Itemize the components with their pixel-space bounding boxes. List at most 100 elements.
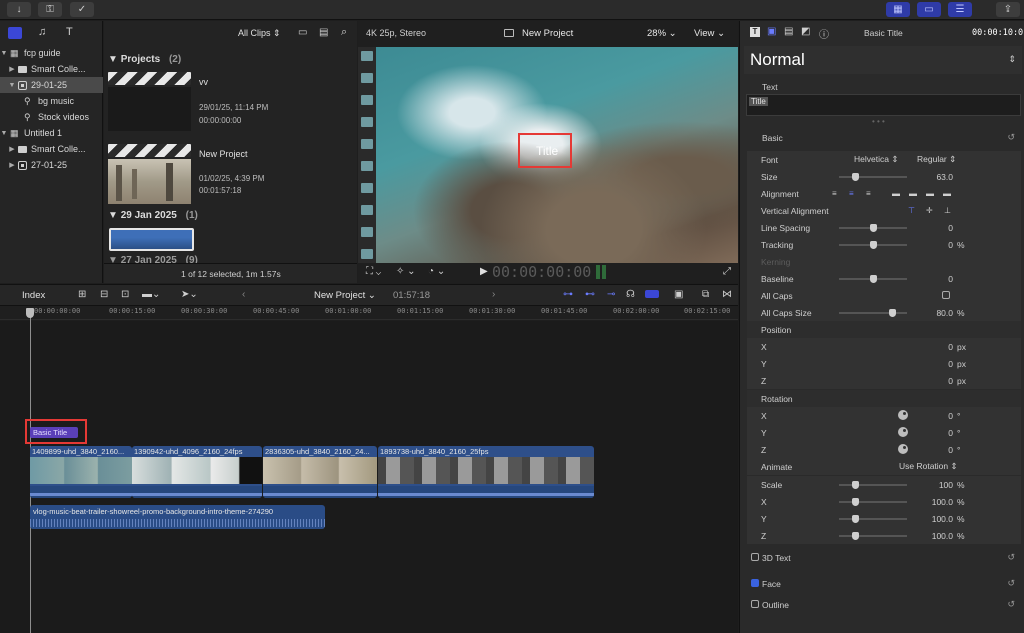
transform-icon[interactable]: ⛶ ⌄	[366, 266, 381, 277]
view-dropdown[interactable]: View ⌄	[694, 28, 725, 39]
3d-text-section[interactable]: 3D Text ↺	[747, 549, 1021, 566]
face-section[interactable]: Face ↺	[747, 575, 1021, 592]
scale-slider[interactable]	[839, 481, 907, 489]
keywords-button[interactable]: ⚿	[38, 2, 62, 17]
libraries-icon[interactable]	[8, 27, 22, 39]
audio-clip[interactable]: vlog-music-beat-trailer-showreel-promo-b…	[30, 505, 325, 529]
library-item-event-29-01-25[interactable]: ▼ 29-01-25	[0, 77, 103, 93]
video-clip[interactable]: 1893738-uhd_3840_2160_25fps	[378, 446, 594, 498]
playhead-handle[interactable]	[26, 308, 34, 318]
all-caps-size-slider[interactable]	[839, 309, 907, 317]
selected-clip-thumbnail[interactable]	[109, 228, 194, 251]
insert-clip-icon[interactable]: ⊟	[100, 289, 108, 300]
video-clip[interactable]: 2836305-uhd_3840_2160_24...	[263, 446, 377, 498]
connect-clip-icon[interactable]: ⊞	[78, 289, 86, 300]
title-inspector-tab-icon[interactable]: ▣	[767, 26, 776, 37]
rotation-dial-icon[interactable]	[898, 444, 908, 454]
titles-generators-icon[interactable]: T	[66, 26, 80, 39]
tracking-slider[interactable]	[839, 241, 907, 249]
reset-icon[interactable]: ↺	[1007, 599, 1015, 610]
preset-dropdown[interactable]: Normal ⇕	[744, 46, 1022, 74]
title-clip[interactable]: Basic Title	[30, 427, 78, 438]
share-button[interactable]: ⇪	[996, 2, 1020, 17]
video-inspector-tab-icon[interactable]: ▤	[784, 26, 793, 37]
text-inspector-tab-icon[interactable]: T	[750, 27, 760, 37]
event-group-header-2[interactable]: ▼ 27 Jan 2025 (9)	[108, 255, 348, 263]
reset-icon[interactable]: ↺	[1007, 578, 1015, 589]
toggle-browser-button[interactable]: ▦	[886, 2, 910, 17]
rotation-dial-icon[interactable]	[898, 410, 908, 420]
index-button[interactable]: Index	[22, 290, 45, 301]
font-style-dropdown[interactable]: Regular ⇕	[917, 154, 956, 165]
event-group-header[interactable]: ▼ 29 Jan 2025 (1)	[108, 210, 198, 221]
transitions-browser-icon[interactable]: ⋈	[722, 289, 732, 300]
justify-full-icon[interactable]: ▬	[943, 189, 951, 198]
library-item-event-27-01-25[interactable]: ▶ 27-01-25	[0, 157, 103, 173]
projects-header[interactable]: ▼ Projects (2)	[108, 54, 181, 65]
justify-left-icon[interactable]: ▬	[892, 189, 900, 198]
clip-appearance-icon[interactable]: ▭	[298, 27, 307, 38]
skimming-icon[interactable]: ⊶	[563, 289, 573, 300]
color-inspector-tab-icon[interactable]: ◩	[801, 26, 810, 37]
align-center-icon[interactable]: ≡	[849, 189, 854, 198]
toggle-inspector-button[interactable]: ☰	[948, 2, 972, 17]
outline-checkbox[interactable]	[751, 600, 759, 608]
fullscreen-icon[interactable]: ⤢	[723, 266, 731, 277]
toggle-timeline-button[interactable]: ▭	[917, 2, 941, 17]
font-family-dropdown[interactable]: Helvetica ⇕	[854, 154, 898, 165]
video-frame[interactable]: Title	[358, 47, 738, 281]
effects-browser-icon[interactable]: ⧉	[702, 289, 709, 300]
play-button[interactable]: ▶	[480, 266, 488, 277]
rotation-dial-icon[interactable]	[898, 427, 908, 437]
timeline-project-dropdown[interactable]: New Project ⌄	[314, 290, 376, 301]
scale-x-slider[interactable]	[839, 498, 907, 506]
overwrite-dropdown-icon[interactable]: ▬⌄	[142, 289, 160, 300]
reset-icon[interactable]: ↺	[1007, 552, 1015, 563]
headphones-icon[interactable]: ☊	[626, 289, 635, 300]
3d-text-checkbox[interactable]	[751, 553, 759, 561]
justify-right-icon[interactable]: ▬	[926, 189, 934, 198]
timeline-ruler[interactable]: 00:00:00:00 00:00:15:00 00:00:30:00 00:0…	[0, 306, 738, 320]
library-item-stock-videos[interactable]: ⚲ Stock videos	[0, 109, 103, 125]
append-clip-icon[interactable]: ⊡	[121, 289, 129, 300]
valign-middle-icon[interactable]: ✛	[926, 206, 933, 215]
forward-arrow-icon[interactable]: ›	[492, 289, 495, 300]
clip-appearance-icon[interactable]: ▣	[674, 289, 683, 300]
drag-handle[interactable]: • • •	[872, 117, 885, 126]
all-caps-checkbox[interactable]	[942, 291, 950, 299]
background-tasks-button[interactable]: ✓	[70, 2, 94, 17]
project-thumbnail[interactable]	[108, 87, 191, 131]
library-item-bg-music[interactable]: ⚲ bg music	[0, 93, 103, 109]
animate-dropdown[interactable]: Use Rotation ⇕	[899, 461, 958, 472]
library-item-smart-collections[interactable]: ▶ Smart Colle...	[0, 61, 103, 77]
valign-bottom-icon[interactable]: ⊥	[944, 206, 951, 215]
back-arrow-icon[interactable]: ‹	[242, 289, 245, 300]
line-spacing-slider[interactable]	[839, 224, 907, 232]
search-icon[interactable]: ⌕	[341, 26, 347, 39]
filmstrip-icon[interactable]: ▤	[319, 27, 328, 38]
justify-center-icon[interactable]: ▬	[909, 189, 917, 198]
library-item-fcp-guide[interactable]: ▼ ▦ fcp guide	[0, 45, 103, 61]
zoom-dropdown[interactable]: 28% ⌄	[647, 28, 677, 39]
video-clip[interactable]: 1390942-uhd_4096_2160_24fps	[132, 446, 262, 498]
align-left-icon[interactable]: ≡	[832, 189, 837, 198]
import-button[interactable]: ↓	[7, 2, 31, 17]
reset-icon[interactable]: ↺	[1007, 132, 1015, 143]
speed-icon[interactable]: ◔ ⌄	[428, 266, 445, 277]
library-item-smart-collections-2[interactable]: ▶ Smart Colle...	[0, 141, 103, 157]
info-inspector-tab-icon[interactable]: ⓘ	[819, 26, 829, 41]
valign-top-icon[interactable]: ⊤	[908, 206, 915, 215]
solo-icon[interactable]: ⊸	[607, 289, 615, 300]
size-slider[interactable]	[839, 173, 907, 181]
basic-section-header[interactable]: Basic ↺	[747, 129, 1021, 146]
scale-y-slider[interactable]	[839, 515, 907, 523]
project-thumbnail[interactable]	[108, 159, 191, 204]
face-checkbox[interactable]	[751, 579, 759, 587]
clip-filter-dropdown[interactable]: All Clips ⇕	[238, 28, 281, 39]
baseline-slider[interactable]	[839, 275, 907, 283]
audio-skimming-icon[interactable]: ⊷	[585, 289, 595, 300]
library-item-untitled-1[interactable]: ▼ ▦ Untitled 1	[0, 125, 103, 141]
text-field[interactable]: Title	[746, 94, 1021, 116]
photos-audio-icon[interactable]: ♫	[38, 26, 52, 39]
scale-z-slider[interactable]	[839, 532, 907, 540]
